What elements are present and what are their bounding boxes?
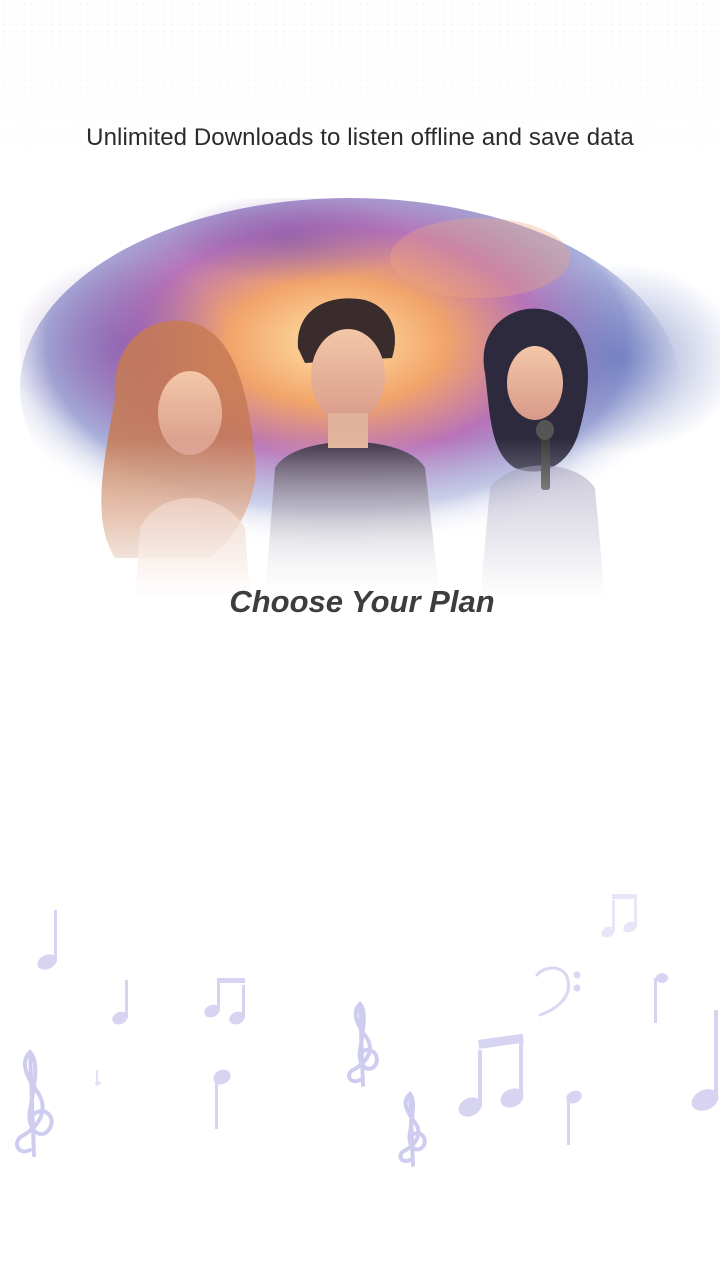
artist-collage-image (20, 198, 720, 598)
beamed-notes-icon (458, 1033, 524, 1117)
background-texture (0, 0, 720, 200)
music-note-icon (654, 973, 668, 1023)
beamed-notes-icon (204, 978, 245, 1025)
music-note-icon (691, 1010, 719, 1111)
music-note-icon (566, 1090, 582, 1145)
treble-clef-icon (347, 1001, 379, 1087)
promo-tagline: Unlimited Downloads to listen offline an… (86, 124, 634, 151)
beamed-notes-icon (601, 894, 637, 938)
treble-clef-icon (14, 1049, 54, 1157)
music-note-icon (112, 980, 128, 1025)
music-note-icon (37, 910, 57, 970)
bass-clef-icon (535, 966, 581, 1017)
music-notes-decoration (14, 894, 719, 1167)
choose-plan-heading: Choose Your Plan (229, 584, 495, 619)
subscription-screen: Unlimited Downloads to listen offline an… (0, 0, 720, 1280)
music-note-icon (213, 1069, 231, 1129)
music-note-icon (95, 1070, 101, 1086)
treble-clef-icon (398, 1091, 427, 1167)
